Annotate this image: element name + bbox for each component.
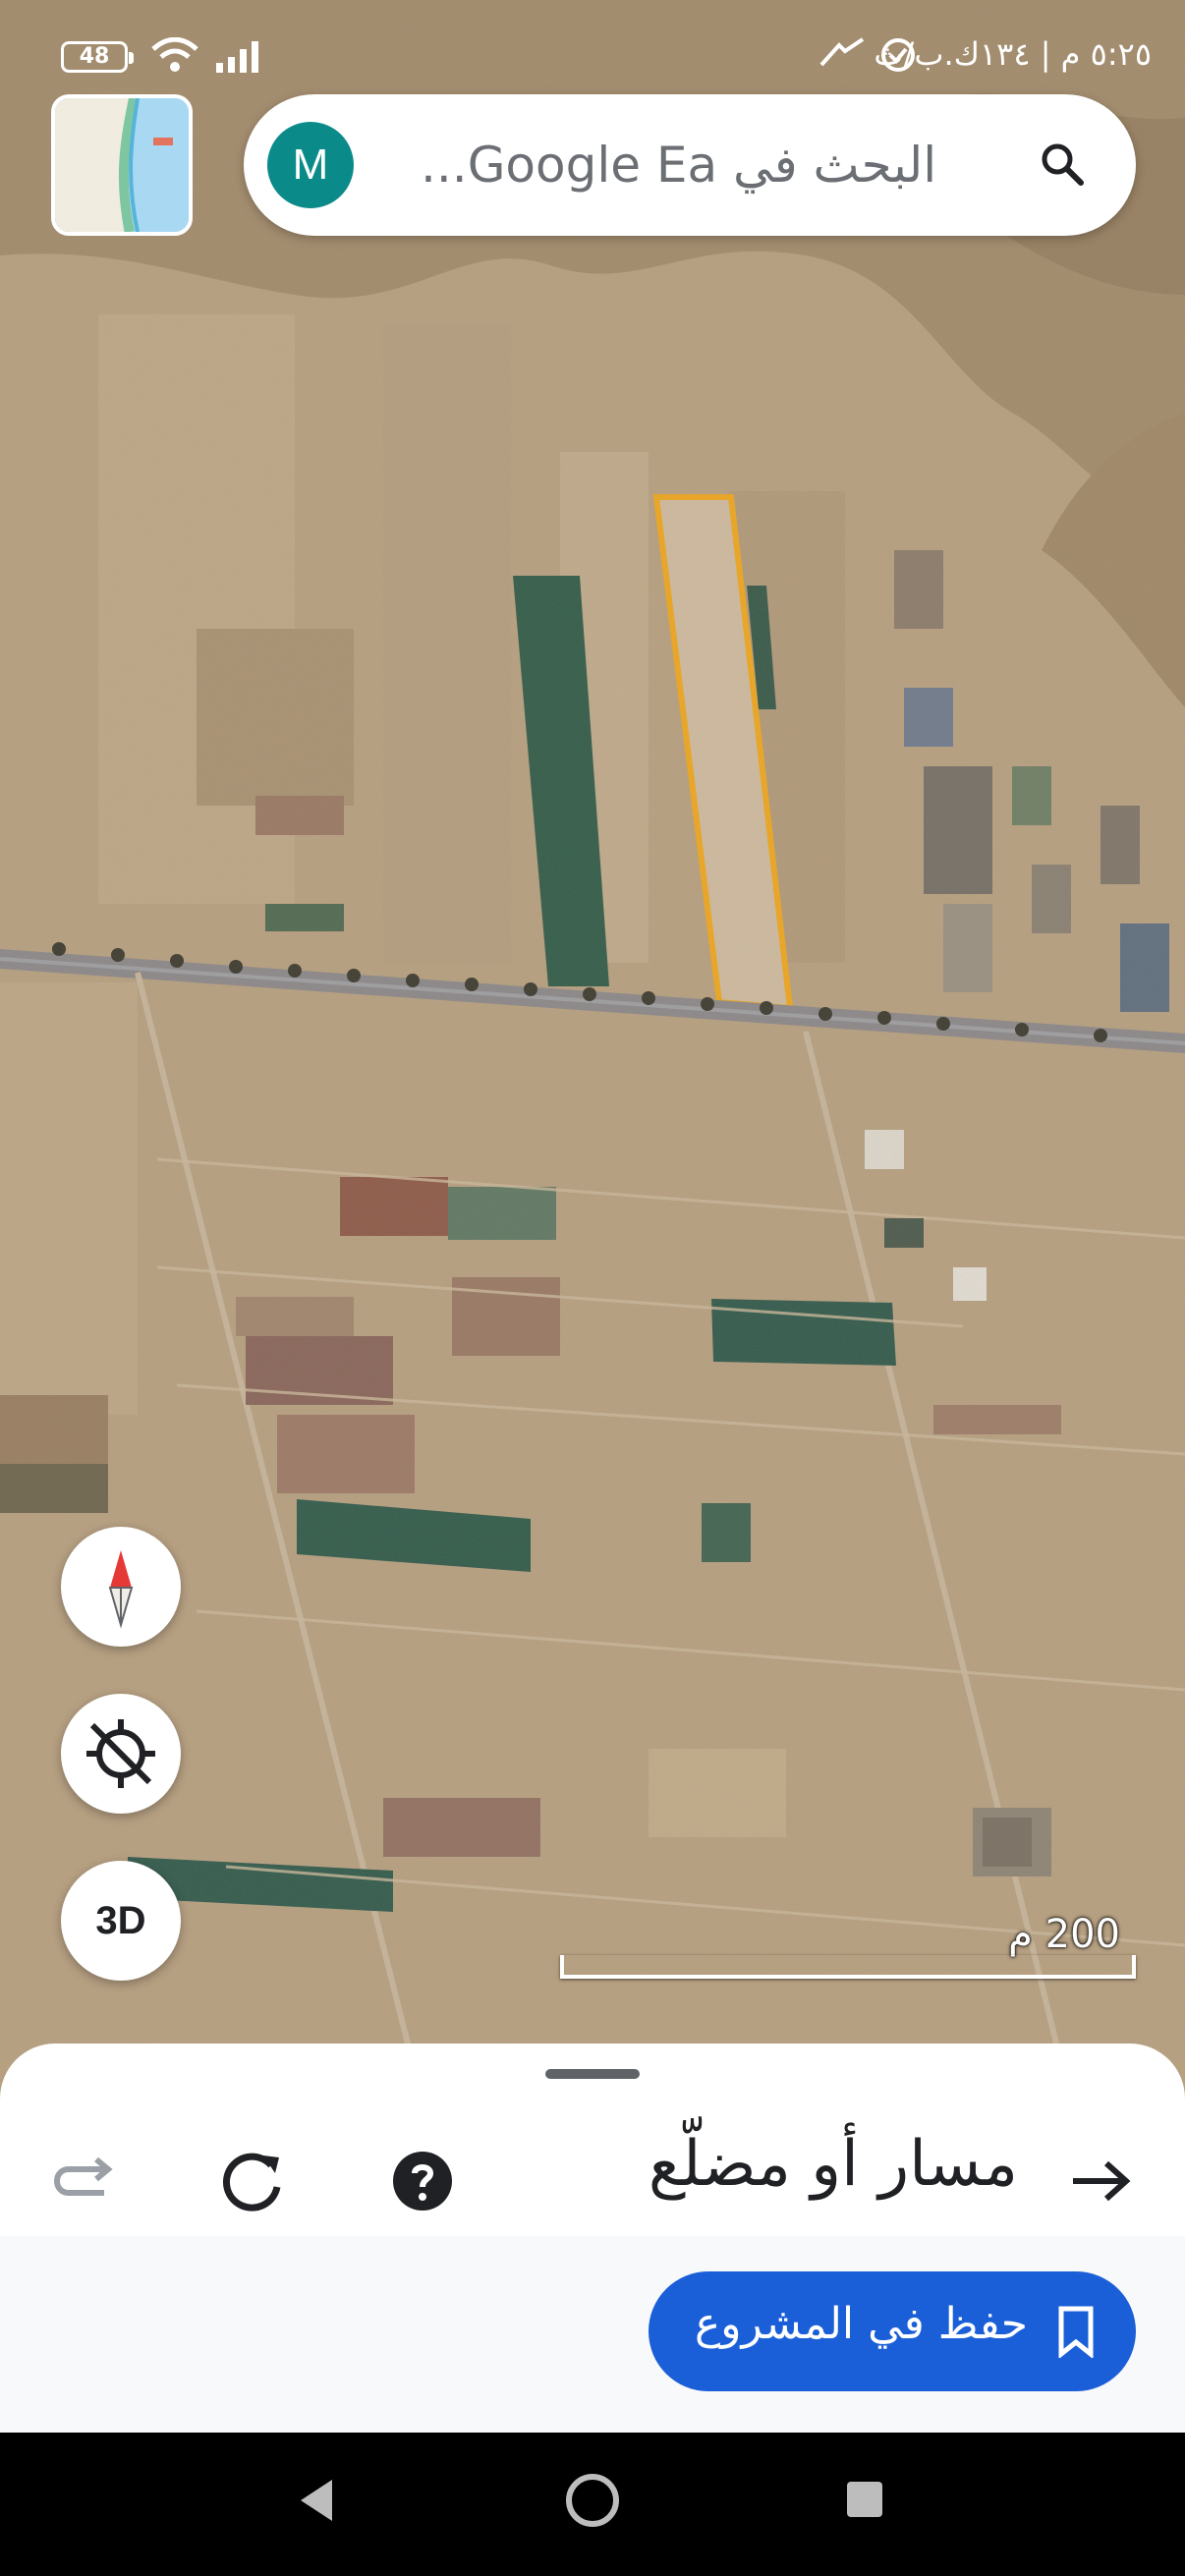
status-time: ٥:٢٥ م | ١٣٤ك.ب/ث — [874, 35, 1152, 73]
search-input[interactable]: البحث في Google Ea... — [421, 134, 1030, 196]
recents-icon[interactable] — [845, 2480, 884, 2519]
drag-handle[interactable] — [545, 2069, 640, 2079]
bookmark-icon — [1058, 2306, 1094, 2358]
3d-toggle-button[interactable]: 3D — [61, 1861, 181, 1981]
battery-icon: 48 — [61, 41, 134, 73]
search-icon[interactable] — [1038, 140, 1087, 189]
save-to-project-button[interactable]: حفظ في المشروع — [649, 2271, 1136, 2391]
my-location-button[interactable] — [61, 1694, 181, 1814]
compass-button[interactable] — [61, 1527, 181, 1647]
scale-line — [560, 1955, 1136, 1979]
arrow-right-icon[interactable] — [1051, 2132, 1150, 2230]
signal-icon — [216, 41, 258, 73]
save-label: حفظ في المشروع — [694, 2299, 1028, 2349]
wifi-icon — [151, 37, 198, 72]
home-icon[interactable] — [564, 2472, 621, 2529]
system-navigation-bar — [0, 2433, 1185, 2576]
bottom-sheet[interactable]: مسار أو مضلّع حفظ في المشروع — [0, 2044, 1185, 2433]
sheet-toolbar: مسار أو مضلّع — [0, 2122, 1185, 2240]
back-icon[interactable] — [295, 2476, 338, 2525]
sheet-title: مسار أو مضلّع — [648, 2128, 1018, 2201]
search-bar[interactable]: M البحث في Google Ea... — [244, 94, 1136, 236]
battery-level: 48 — [79, 44, 110, 69]
compass-icon — [108, 1550, 134, 1629]
scale-label: 200 م — [1008, 1912, 1120, 1957]
sheet-actions: حفظ في المشروع — [0, 2236, 1185, 2433]
mini-map-icon — [55, 98, 189, 232]
location-off-icon — [86, 1719, 155, 1788]
mute-icon — [819, 37, 865, 67]
redo-icon[interactable] — [35, 2132, 134, 2230]
refresh-icon[interactable] — [202, 2132, 301, 2230]
status-bar: 48 ٥:٢٥ م | ١٣٤ك.ب/ث — [0, 0, 1185, 88]
help-icon[interactable] — [373, 2132, 472, 2230]
avatar[interactable]: M — [267, 122, 354, 208]
map-thumbnail[interactable] — [51, 94, 193, 236]
scale-bar: 200 م — [556, 1912, 1140, 1990]
